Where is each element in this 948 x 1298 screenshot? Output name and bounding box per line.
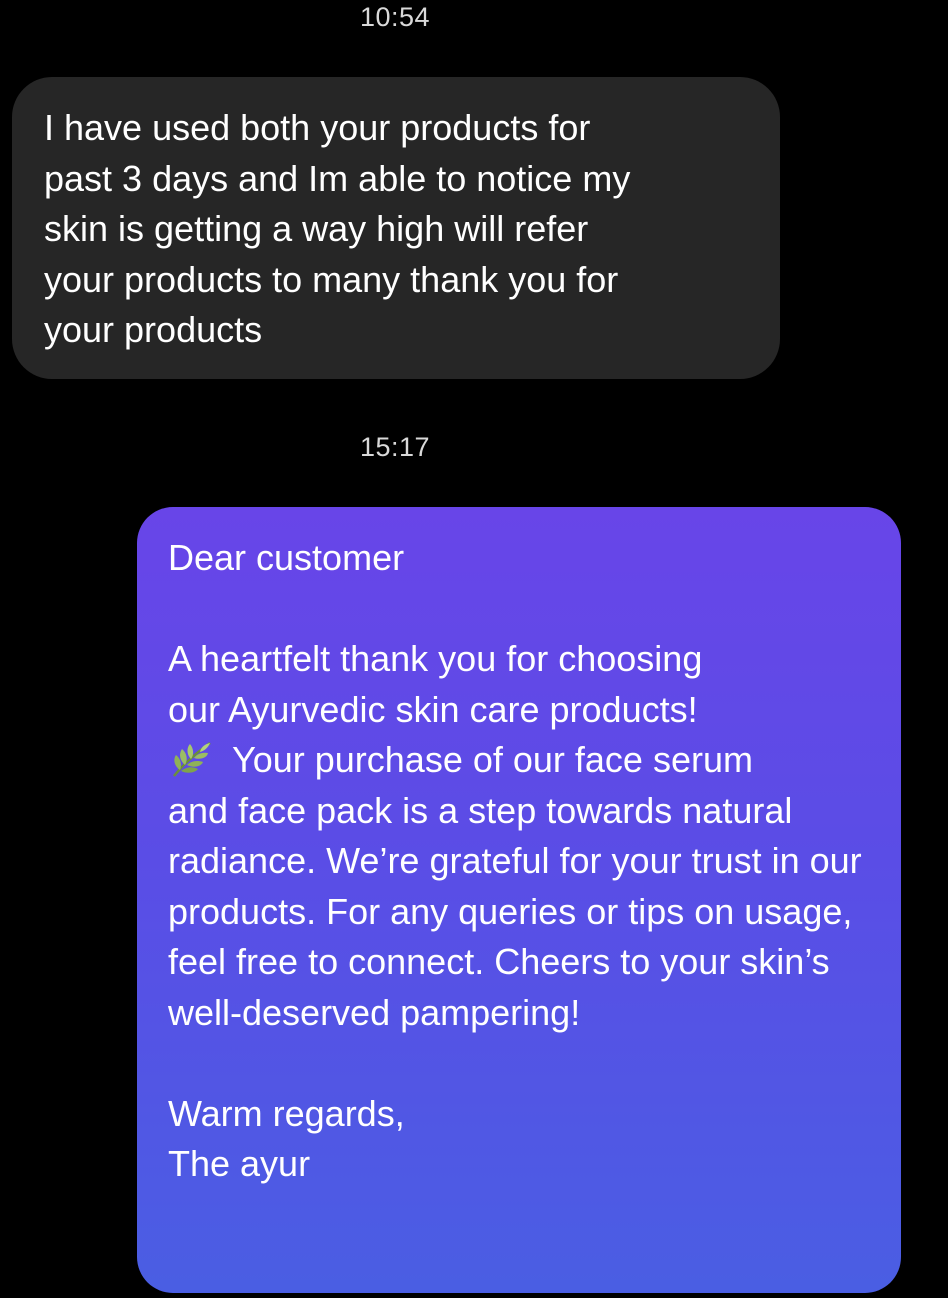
body-line: our Ayurvedic skin care products! xyxy=(168,688,698,730)
herb-leaf-icon xyxy=(170,740,214,778)
message-greeting: Dear customer xyxy=(168,537,405,578)
body-line: Your purchase of our face serum xyxy=(232,739,753,780)
message-signature: The ayur xyxy=(168,1143,311,1184)
timestamp: 15:17 xyxy=(359,432,431,462)
message-signoff: Warm regards, xyxy=(168,1092,405,1134)
timestamp: 10:54 xyxy=(359,2,431,32)
outgoing-message-bubble[interactable]: Dear customer A heartfelt thank you for … xyxy=(137,507,901,1293)
message-body: A heartfelt thank you for choosing our Ay… xyxy=(168,634,881,1038)
body-text: and face pack is a step towards natural … xyxy=(168,789,862,1033)
body-line: A heartfelt thank you for choosing xyxy=(168,638,703,679)
incoming-message-text: I have used both your products for past … xyxy=(44,107,631,350)
incoming-message-bubble[interactable]: I have used both your products for past … xyxy=(12,77,780,379)
